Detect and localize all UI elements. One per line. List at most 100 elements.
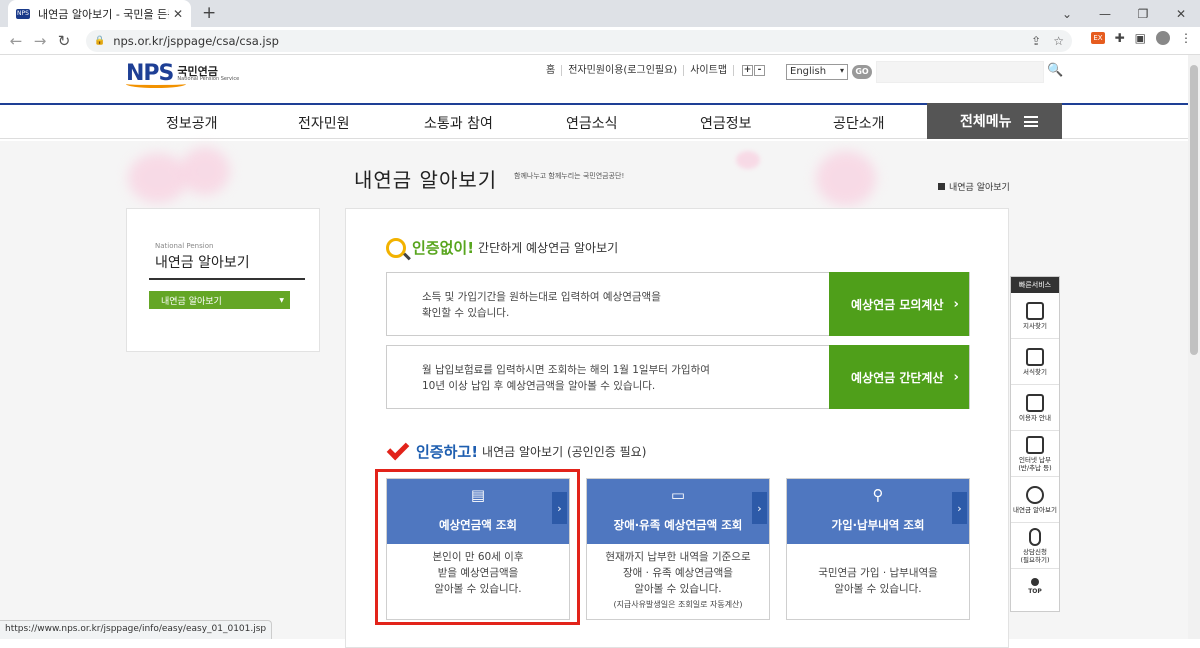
magnifier-icon <box>386 237 406 258</box>
search-input[interactable] <box>876 61 1044 83</box>
lock-icon: 🔒 <box>94 36 106 46</box>
util-link-sitemap[interactable]: 사이트맵 <box>684 65 735 76</box>
search-icon[interactable]: 🔍 <box>1047 63 1063 78</box>
url-field[interactable]: 🔒 nps.or.kr/jsppage/csa/csa.jsp ⇪ ☆ <box>86 30 1072 52</box>
go-button[interactable]: GO <box>852 65 872 79</box>
quick-form-finder[interactable]: 서식찾기 <box>1011 339 1059 385</box>
util-link-home[interactable]: 홈 <box>540 65 563 76</box>
quick-consult[interactable]: 상담신청 (필요하기) <box>1011 523 1059 569</box>
quick-internet-payment[interactable]: 인터넷 납부 (반/추납 등) <box>1011 431 1059 477</box>
disability-survivor-card[interactable]: ▭ 장애·유족 예상연금액 조회 › 현재까지 납부한 내역을 기준으로 장애 ·… <box>586 478 770 620</box>
utility-bar: NPS 국민연금 National Pension Service 홈 전자민원이… <box>0 55 1188 103</box>
building-icon <box>1026 301 1044 320</box>
logo-swoosh <box>126 80 186 88</box>
close-tab-icon[interactable]: ✕ <box>173 7 183 21</box>
form-search-icon <box>1026 347 1044 366</box>
lnb-select[interactable]: 내연금 알아보기 ▼ <box>149 291 290 309</box>
card-desc: 현재까지 납부한 내역을 기준으로 장애 · 유족 예상연금액을 알아볼 수 있습니… <box>587 549 769 613</box>
profile-avatar[interactable] <box>1156 31 1170 45</box>
highlight-box <box>375 469 580 625</box>
clover-icon <box>1026 485 1044 504</box>
simple-calc-desc: 월 납입보험료를 입력하시면 조회하는 해의 1월 1일부터 가입하여 10년 이… <box>422 364 710 392</box>
lnb-divider <box>149 278 305 280</box>
speech-bubble-icon <box>1026 393 1044 412</box>
hamburger-icon <box>1023 115 1038 127</box>
extensions-area: EX ✚ ▣ ⋮ <box>1091 31 1192 45</box>
gnb-item-about[interactable]: 공단소개 <box>833 113 885 133</box>
checkmark-icon <box>386 437 410 460</box>
bookmark-star-icon[interactable]: ☆ <box>1053 34 1064 48</box>
favicon-icon: NPS <box>16 8 30 19</box>
reload-button[interactable]: ↻ <box>52 32 76 50</box>
card-desc: 국민연금 가입 · 납부내역을 알아볼 수 있습니다. <box>818 567 938 595</box>
section-no-cert-heading: 인증없이! 간단하게 예상연금 알아보기 <box>386 237 618 258</box>
sidepanel-icon[interactable]: ▣ <box>1135 31 1146 45</box>
logo-kr: 국민연금 National Pension Service <box>177 64 240 82</box>
heart-decoration <box>816 151 876 206</box>
url-text: nps.or.kr/jsppage/csa/csa.jsp <box>113 34 279 48</box>
forward-button[interactable]: → <box>28 32 52 50</box>
lnb-ko-title: 내연금 알아보기 <box>155 255 250 271</box>
subscription-payment-card[interactable]: ⚲ 가입·납부내역 조회 › 국민연금 가입 · 납부내역을 알아볼 수 있습니다… <box>786 478 970 620</box>
chevron-down-icon: ▼ <box>279 296 284 304</box>
mouse-icon <box>1029 527 1041 546</box>
lnb-en-title: National Pension <box>155 242 214 250</box>
all-menu-button[interactable]: 전체메뉴 <box>927 103 1062 139</box>
quick-my-pension[interactable]: 내연금 알아보기 <box>1011 477 1059 523</box>
heart-decoration <box>180 147 230 195</box>
gnb-item-communication[interactable]: 소통과 참여 <box>424 113 493 133</box>
browser-tab[interactable]: NPS 내연금 알아보기 - 국민을 든든하게 ✕ <box>8 0 191 27</box>
font-plus-button[interactable]: + <box>742 65 754 76</box>
new-tab-button[interactable]: + <box>202 3 216 23</box>
chevron-right-icon: › <box>953 296 959 312</box>
nps-logo[interactable]: NPS 국민연금 National Pension Service <box>126 61 240 88</box>
gnb-item-news[interactable]: 연금소식 <box>566 113 618 133</box>
share-icon[interactable]: ⇪ <box>1031 34 1041 48</box>
util-link-eservice[interactable]: 전자민원이용(로그인필요) <box>562 65 685 76</box>
maximize-button[interactable]: ❐ <box>1124 7 1162 21</box>
section1-text: 간단하게 예상연금 알아보기 <box>478 241 619 255</box>
heart-decoration <box>736 151 760 169</box>
mock-calc-button[interactable]: 예상연금 모의계산 › <box>829 272 969 336</box>
section2-highlight: 인증하고! <box>416 443 479 461</box>
gnb-item-info[interactable]: 정보공개 <box>166 113 218 133</box>
gnb-item-pension-info[interactable]: 연금정보 <box>700 113 752 133</box>
home-icon <box>938 183 945 190</box>
font-size-controls: + - <box>736 65 771 76</box>
quick-user-guide[interactable]: 이용자 안내 <box>1011 385 1059 431</box>
section2-text: 내연금 알아보기 (공인인증 필요) <box>482 445 647 459</box>
card-header: ⚲ 가입·납부내역 조회 › <box>787 479 969 544</box>
chevron-down-icon[interactable]: ⌄ <box>1048 7 1086 21</box>
card-header: ▭ 장애·유족 예상연금액 조회 › <box>587 479 769 544</box>
breadcrumb[interactable]: 내연금 알아보기 <box>938 180 1010 193</box>
font-minus-button[interactable]: - <box>754 65 766 76</box>
tab-title: 내연금 알아보기 - 국민을 든든하게 <box>38 7 169 21</box>
quick-header: 빠른서비스 <box>1011 277 1059 293</box>
back-button[interactable]: ← <box>4 32 28 50</box>
card-note: (지급사유발생일은 조회일로 자동계산) <box>613 600 743 609</box>
window-controls: ⌄ — ❐ ✕ <box>1048 0 1200 27</box>
section1-highlight: 인증없이! <box>412 239 475 257</box>
quick-branch-finder[interactable]: 지사찾기 <box>1011 293 1059 339</box>
chevron-right-icon: › <box>953 369 959 385</box>
browser-tab-strip: NPS 내연금 알아보기 - 국민을 든든하게 ✕ + ⌄ — ❐ ✕ <box>0 0 1200 27</box>
menu-kebab-icon[interactable]: ⋮ <box>1180 31 1192 45</box>
left-nav: National Pension 내연금 알아보기 내연금 알아보기 ▼ <box>126 208 320 352</box>
top-button[interactable]: TOP <box>1011 569 1059 603</box>
scrollbar[interactable] <box>1188 55 1200 639</box>
status-bar: https://www.nps.or.kr/jsppage/info/easy/… <box>0 620 273 639</box>
page-title: 내연금 알아보기 <box>354 168 498 192</box>
puzzle-icon[interactable]: ✚ <box>1115 31 1125 45</box>
extension-icon[interactable]: EX <box>1091 32 1105 44</box>
mock-calc-desc: 소득 및 가입기간을 원하는대로 입력하여 예상연금액을 확인할 수 있습니다. <box>422 291 661 319</box>
magnifier-icon: ⚲ <box>872 486 884 504</box>
scrollbar-thumb[interactable] <box>1190 65 1198 355</box>
gnb-item-eservice[interactable]: 전자민원 <box>298 113 350 133</box>
language-select[interactable]: English ▾ <box>786 64 848 80</box>
e-payment-icon <box>1026 435 1044 454</box>
heart-decoration <box>128 153 188 203</box>
minimize-button[interactable]: — <box>1086 7 1124 21</box>
mock-calc-row: 소득 및 가입기간을 원하는대로 입력하여 예상연금액을 확인할 수 있습니다. … <box>386 272 970 336</box>
simple-calc-button[interactable]: 예상연금 간단계산 › <box>829 345 969 409</box>
close-window-button[interactable]: ✕ <box>1162 7 1200 21</box>
